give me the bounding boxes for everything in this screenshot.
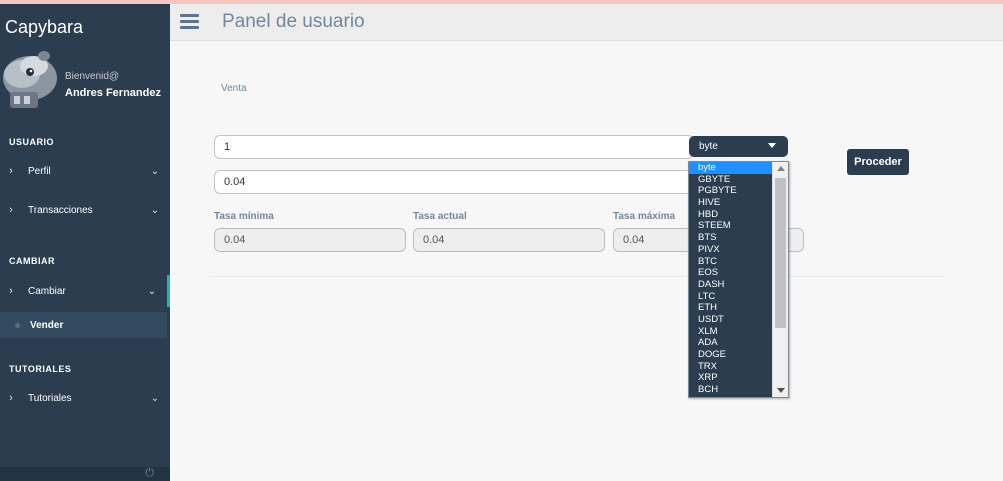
result-value: 0.04 [224, 176, 246, 188]
section-cambiar: CAMBIAR [9, 256, 55, 266]
currency-option[interactable]: BTS [689, 232, 772, 244]
section-tutoriales: TUTORIALES [9, 364, 72, 374]
currency-option[interactable]: ADA [689, 337, 772, 349]
scroll-up-icon[interactable] [777, 166, 785, 171]
current-rate-value: 0.04 [423, 234, 445, 246]
amount-input[interactable]: 1 [214, 135, 694, 159]
currency-option[interactable]: GBYTE [689, 174, 772, 186]
currency-option[interactable]: ETH [689, 302, 772, 314]
sidebar-item-transacciones[interactable]: › Transacciones ⌄ [0, 196, 170, 224]
sidebar-item-perfil[interactable]: › Perfil ⌄ [0, 157, 170, 185]
top-header: Panel de usuario [170, 4, 1003, 41]
power-icon[interactable]: ⏻ [145, 467, 154, 480]
currency-option[interactable]: STEEM [689, 220, 772, 232]
currency-option[interactable]: EOS [689, 267, 772, 279]
currency-dropdown-list[interactable]: byte GBYTE PGBYTE HIVE HBD STEEM BTS PIVX BTC EOS… [688, 161, 789, 398]
divider [209, 276, 945, 277]
section-usuario: USUARIO [9, 137, 55, 147]
currency-option[interactable]: byte [689, 162, 772, 174]
chevron-right-icon: › [9, 285, 13, 297]
sidebar-item-label: Cambiar [28, 285, 66, 297]
chevron-right-icon: › [9, 204, 13, 216]
chevron-down-icon: ⌄ [150, 392, 160, 404]
sidebar-item-cambiar[interactable]: › Cambiar ⌄ [0, 275, 170, 307]
chevron-right-icon: › [9, 392, 13, 404]
currency-option[interactable]: XLM [689, 326, 772, 338]
chevron-down-icon: ⌄ [150, 204, 160, 216]
max-rate-label: Tasa máxima [613, 211, 676, 222]
welcome-text: Bienvenid@ [65, 71, 120, 82]
currency-selected-value: byte [699, 141, 718, 152]
current-rate-field: 0.04 [413, 228, 605, 252]
currency-option[interactable]: HIVE [689, 197, 772, 209]
currency-select[interactable]: byte [689, 136, 788, 157]
form-section-label: Venta [221, 83, 247, 94]
chevron-down-icon: ⌄ [150, 165, 160, 177]
sidebar: Capybara Bienvenid@ Andres Fernandez USU… [0, 4, 170, 481]
bullet-icon [15, 322, 20, 328]
currency-option[interactable]: DASH [689, 279, 772, 291]
currency-option[interactable]: LTC [689, 291, 772, 303]
currency-option[interactable]: DOGE [689, 349, 772, 361]
sidebar-item-label: Perfil [28, 165, 51, 177]
page-title: Panel de usuario [222, 11, 365, 32]
currency-option[interactable]: BTC [689, 256, 772, 268]
brand-title[interactable]: Capybara [5, 17, 83, 38]
sidebar-subitem-vender[interactable]: Vender [0, 312, 167, 338]
chevron-right-icon: › [9, 165, 13, 177]
menu-toggle-icon[interactable] [180, 14, 199, 30]
currency-option[interactable]: PGBYTE [689, 185, 772, 197]
amount-value: 1 [224, 141, 231, 153]
scroll-down-icon[interactable] [777, 388, 785, 393]
sidebar-item-tutoriales[interactable]: › Tutoriales ⌄ [0, 384, 170, 412]
sidebar-item-label: Tutoriales [28, 392, 72, 404]
currency-option[interactable]: BCH [689, 384, 772, 396]
current-rate-label: Tasa actual [413, 211, 467, 222]
sidebar-item-label: Transacciones [28, 204, 93, 216]
currency-option[interactable]: PIVX [689, 244, 772, 256]
sidebar-subitem-label: Vender [30, 319, 64, 331]
currency-option[interactable]: XRP [689, 372, 772, 384]
sidebar-footer: ⏻ [0, 467, 170, 481]
chevron-down-icon: ⌄ [147, 285, 157, 297]
caret-down-icon [768, 143, 776, 148]
result-input[interactable]: 0.04 [214, 170, 694, 194]
currency-option[interactable]: USDT [689, 314, 772, 326]
avatar [3, 51, 57, 108]
proceder-button[interactable]: Proceder [847, 149, 909, 175]
currency-option[interactable]: TRX [689, 361, 772, 373]
min-rate-value: 0.04 [224, 234, 246, 246]
min-rate-field: 0.04 [214, 228, 406, 252]
currency-option[interactable]: HBD [689, 209, 772, 221]
user-name: Andres Fernandez [65, 87, 161, 99]
max-rate-value: 0.04 [623, 234, 645, 246]
dropdown-scrollbar[interactable] [772, 162, 788, 397]
min-rate-label: Tasa mínima [214, 211, 274, 222]
scroll-thumb[interactable] [775, 178, 786, 328]
